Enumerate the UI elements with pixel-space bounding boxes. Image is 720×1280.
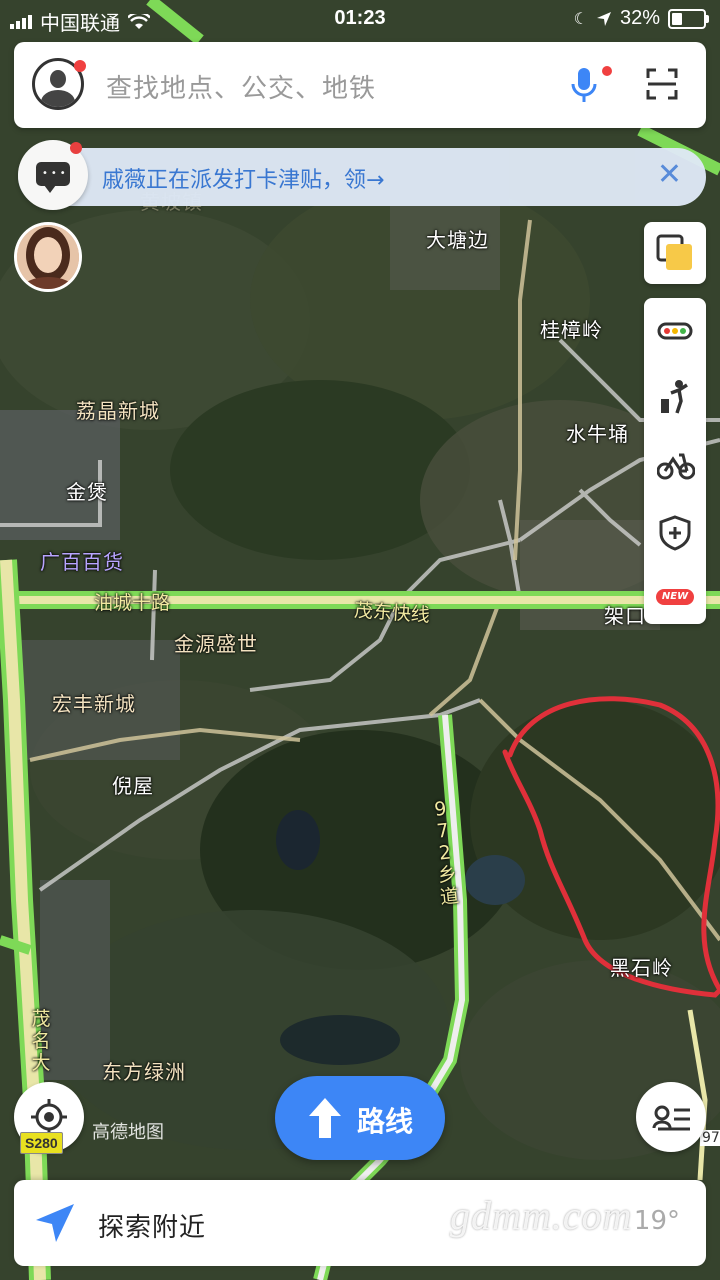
place-label-lijingxincheng[interactable]: 荔晶新城: [76, 395, 160, 424]
route-arrow-icon: [309, 1098, 341, 1138]
place-label-shuiniuyong[interactable]: 水牛埇: [566, 418, 629, 447]
walking-button[interactable]: [644, 366, 706, 428]
battery-percent: 32%: [619, 7, 660, 29]
route-button[interactable]: 路线: [275, 1076, 445, 1160]
place-label-heishiling[interactable]: 黑石岭: [610, 952, 673, 981]
promo-banner[interactable]: ••• 戚薇正在派发打卡津贴，领→ ✕: [18, 140, 706, 210]
location-arrow-icon: [596, 11, 611, 26]
search-input[interactable]: 查找地点、公交、地铁: [106, 68, 376, 105]
place-label-hongfengxincheng[interactable]: 宏丰新城: [52, 688, 136, 717]
list-icon: [652, 1105, 690, 1131]
place-label-datangbian[interactable]: 大塘边: [426, 224, 489, 253]
amap-logo: 高德地图: [92, 1122, 164, 1143]
bike-button[interactable]: [644, 434, 706, 496]
moon-icon: ☾: [573, 10, 588, 28]
close-icon[interactable]: ✕: [657, 160, 682, 190]
place-label-jiakou[interactable]: 架口: [604, 600, 646, 629]
walking-icon: [661, 380, 688, 414]
search-bar[interactable]: 查找地点、公交、地铁: [14, 42, 706, 128]
road-label-youchengshilu[interactable]: 油城十路: [94, 588, 170, 615]
list-button[interactable]: [636, 1082, 706, 1152]
traffic-icon: [657, 322, 693, 340]
road-label-maoming[interactable]: 茂名大: [30, 1008, 52, 1074]
road-label-maodongkuaixian[interactable]: 茂东快线: [353, 595, 431, 627]
mic-notification-dot: [602, 66, 612, 76]
safety-button[interactable]: [644, 502, 706, 564]
new-badge[interactable]: NEW: [656, 589, 694, 605]
scan-icon[interactable]: [646, 68, 678, 100]
road-shield-s280: S280: [20, 1132, 63, 1154]
route-label: 路线: [357, 1105, 414, 1138]
place-label-dongfanglvzhou[interactable]: 东方绿洲: [102, 1056, 186, 1085]
place-label-niwu[interactable]: 倪屋: [112, 770, 154, 799]
layers-button[interactable]: [644, 222, 706, 284]
microphone-icon[interactable]: [570, 66, 598, 106]
message-notification-dot: [70, 142, 82, 154]
traffic-button[interactable]: [644, 300, 706, 362]
celebrity-avatar[interactable]: [14, 222, 82, 292]
place-label-guizhangling[interactable]: 桂樟岭: [540, 314, 603, 343]
bike-icon: [657, 453, 695, 480]
navigation-arrow-icon: [36, 1204, 74, 1242]
status-bar: 中国联通 01:23 ☾ 32%: [0, 0, 720, 38]
place-label-jinyuanshengshi[interactable]: 金源盛世: [174, 628, 258, 657]
map-tools-panel: NEW: [644, 298, 706, 624]
explore-label: 探索附近: [98, 1213, 207, 1243]
watermark: gdmm.com: [450, 1193, 633, 1238]
profile-notification-dot: [74, 60, 86, 72]
weather-temperature[interactable]: 19°: [634, 1206, 680, 1236]
poi-label-guangbai[interactable]: 广百百货: [40, 546, 124, 575]
battery-icon: [668, 8, 709, 29]
shield-plus-icon: [659, 515, 691, 551]
layers-icon: [656, 234, 692, 270]
promo-text[interactable]: 戚薇正在派发打卡津贴，领→: [102, 162, 384, 194]
place-label-jinbao[interactable]: 金煲: [66, 476, 108, 505]
